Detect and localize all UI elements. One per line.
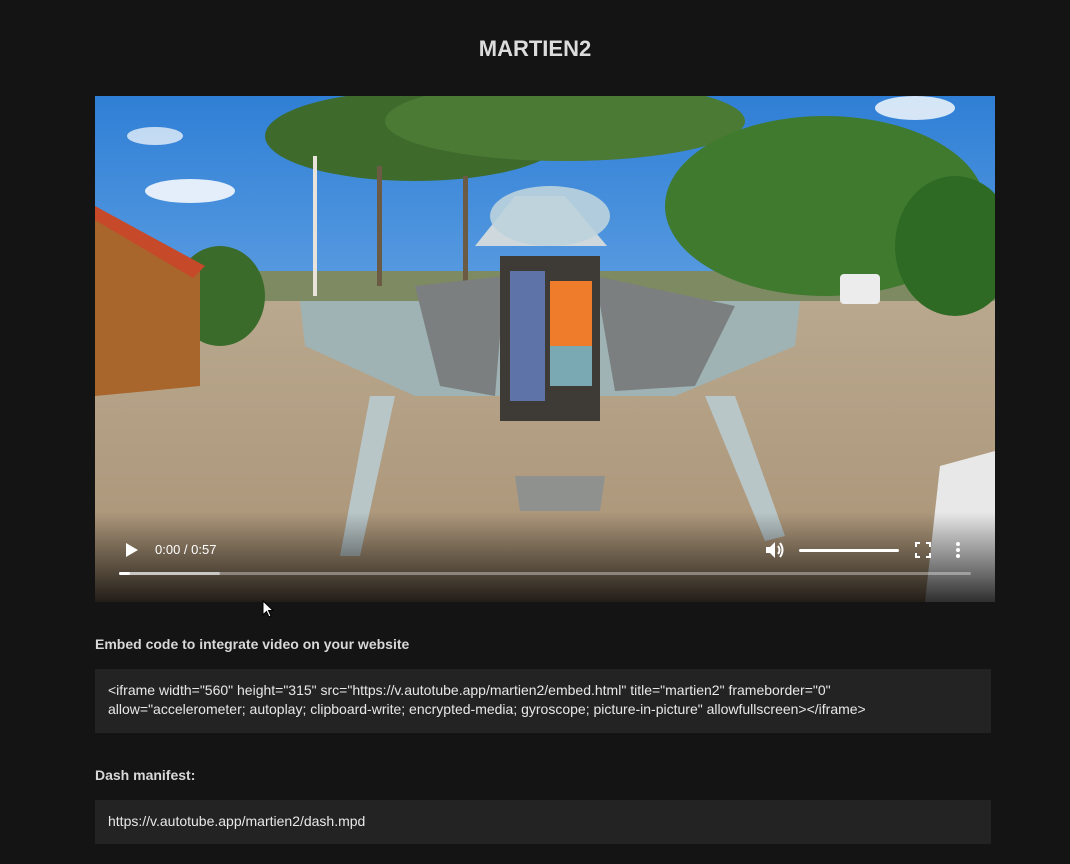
mute-button[interactable] — [764, 540, 786, 560]
progress-bar[interactable] — [119, 572, 971, 575]
dash-manifest-box[interactable]: https://v.autotube.app/martien2/dash.mpd — [95, 800, 991, 844]
controls-gradient — [95, 512, 995, 602]
video-player[interactable]: 0:00 / 0:57 — [95, 96, 995, 602]
progress-played — [119, 572, 131, 575]
volume-icon — [766, 542, 784, 558]
embed-code-line: allow="accelerometer; autoplay; clipboar… — [108, 701, 866, 717]
embed-code-label: Embed code to integrate video on your we… — [95, 636, 410, 652]
time-display: 0:00 / 0:57 — [155, 542, 217, 557]
dash-manifest-url: https://v.autotube.app/martien2/dash.mpd — [108, 813, 366, 829]
dash-manifest-label: Dash manifest: — [95, 767, 196, 783]
volume-slider[interactable] — [799, 549, 899, 552]
embed-code-box[interactable]: <iframe width="560" height="315" src="ht… — [95, 669, 991, 733]
more-options-button[interactable] — [953, 540, 963, 560]
play-button[interactable] — [123, 540, 141, 560]
more-vertical-icon — [956, 542, 960, 558]
fullscreen-icon — [915, 542, 931, 558]
embed-code-line: <iframe width="560" height="315" src="ht… — [108, 682, 831, 698]
fullscreen-button[interactable] — [915, 542, 931, 558]
mouse-cursor-icon — [262, 600, 274, 618]
page-title: MARTIEN2 — [478, 36, 592, 61]
play-icon — [126, 543, 138, 557]
progress-buffered — [119, 572, 220, 575]
